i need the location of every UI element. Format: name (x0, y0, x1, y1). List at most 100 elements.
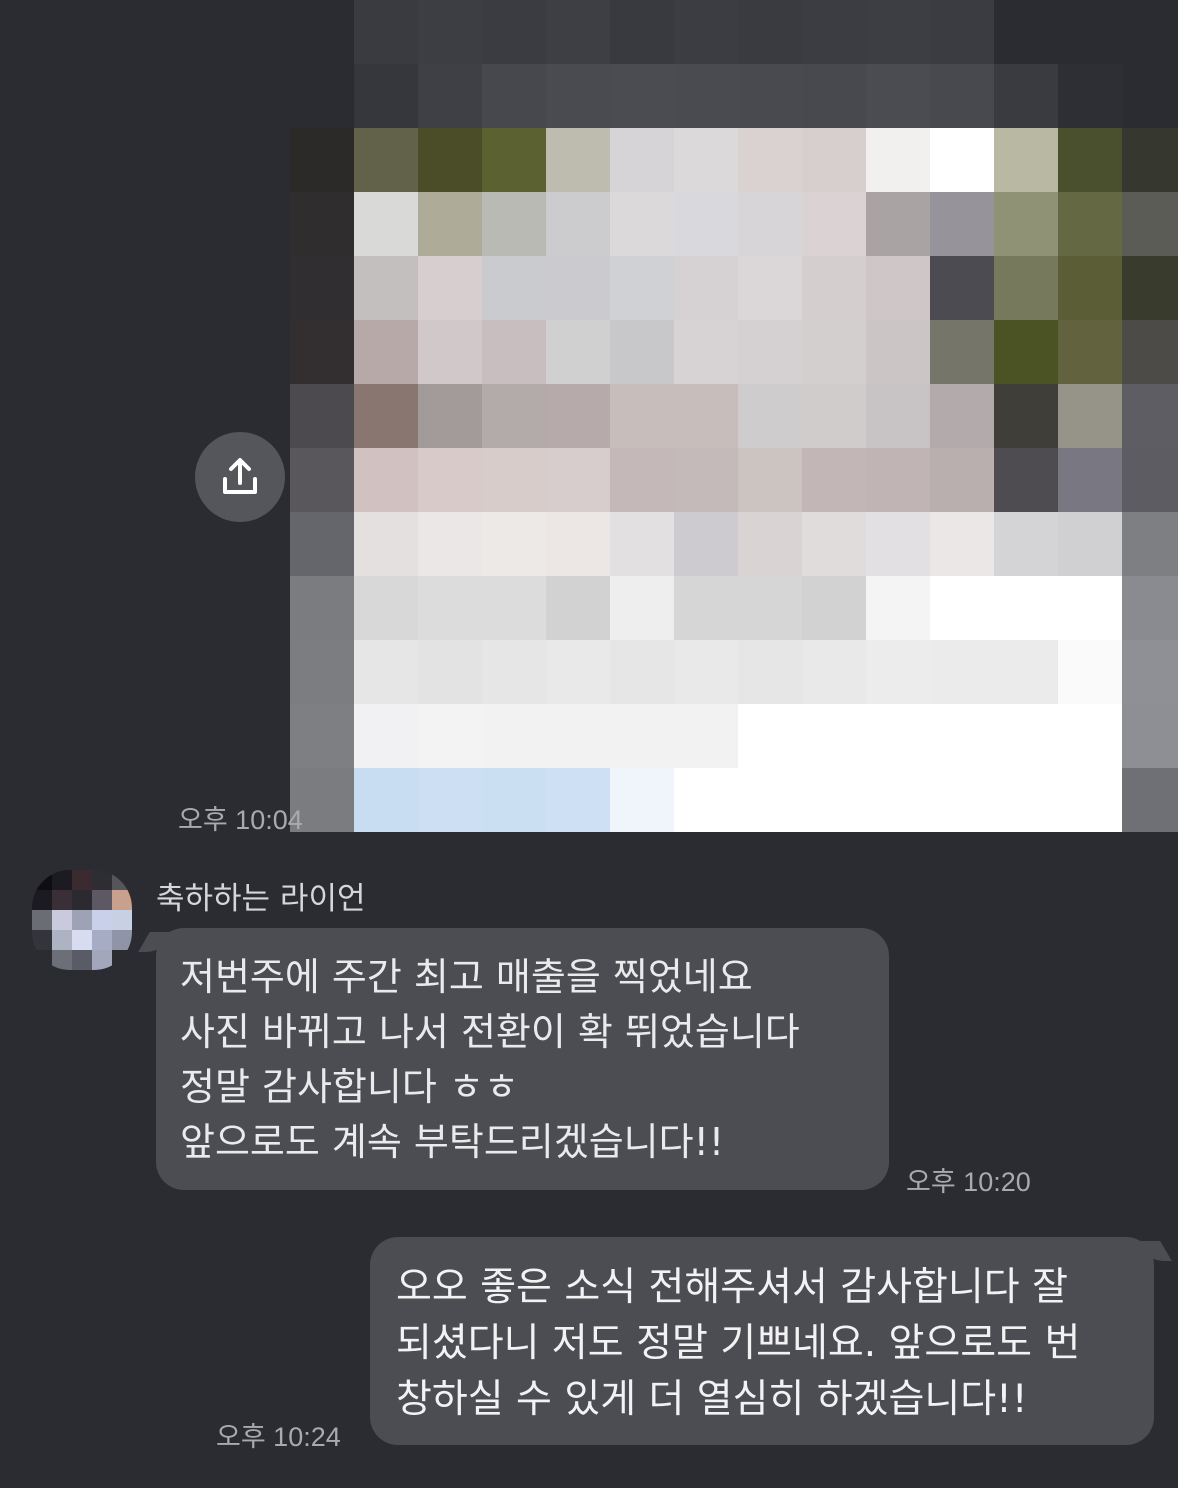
mosaic-block (482, 384, 546, 448)
share-upload-icon (223, 458, 257, 494)
message-line: 창하실 수 있게 더 열심히 하겠습니다!! (396, 1377, 1028, 1422)
mosaic-block (482, 64, 546, 128)
share-button[interactable] (195, 432, 285, 522)
mosaic-block (290, 0, 354, 64)
mosaic-block (674, 448, 738, 512)
mosaic-block (994, 128, 1058, 192)
mosaic-block (482, 256, 546, 320)
mosaic-block (418, 704, 482, 768)
mosaic-block (546, 704, 610, 768)
mosaic-block (674, 384, 738, 448)
avatar-block (52, 890, 72, 910)
mosaic-block (674, 256, 738, 320)
mosaic-block (482, 320, 546, 384)
incoming-message-bubble[interactable]: 저번주에 주간 최고 매출을 찍었네요 사진 바뀌고 나서 전환이 확 뛰었습니… (156, 928, 889, 1190)
mosaic-block (546, 64, 610, 128)
mosaic-block (610, 192, 674, 256)
mosaic-block (674, 192, 738, 256)
mosaic-block (1122, 448, 1178, 512)
avatar-block (32, 930, 52, 950)
mosaic-block (354, 448, 418, 512)
mosaic-block (290, 704, 354, 768)
mosaic-block (610, 640, 674, 704)
mosaic-block (930, 384, 994, 448)
mosaic-block (738, 128, 802, 192)
mosaic-block (546, 640, 610, 704)
mosaic-block (994, 768, 1058, 832)
mosaic-block (674, 640, 738, 704)
mosaic-block (290, 192, 354, 256)
mosaic-block (610, 768, 674, 832)
mosaic-block (802, 384, 866, 448)
mosaic-block (1122, 320, 1178, 384)
mosaic-block (610, 448, 674, 512)
mosaic-block (546, 256, 610, 320)
mosaic-block (610, 64, 674, 128)
mosaic-block (610, 512, 674, 576)
mosaic-block (482, 704, 546, 768)
mosaic-block (930, 768, 994, 832)
avatar-block (72, 870, 92, 890)
mosaic-block (930, 128, 994, 192)
mosaic-block (930, 256, 994, 320)
mosaic-block (290, 64, 354, 128)
message-line: 저번주에 주간 최고 매출을 찍었네요 (180, 955, 753, 999)
pixelated-photo[interactable] (290, 0, 1178, 832)
mosaic-block (418, 128, 482, 192)
mosaic-block (930, 448, 994, 512)
mosaic-block (930, 0, 994, 64)
mosaic-block (930, 704, 994, 768)
mosaic-block (610, 256, 674, 320)
mosaic-block (802, 512, 866, 576)
mosaic-block (866, 512, 930, 576)
mosaic-block (930, 512, 994, 576)
mosaic-block (866, 640, 930, 704)
mosaic-block (610, 320, 674, 384)
mosaic-block (546, 192, 610, 256)
mosaic-block (290, 448, 354, 512)
mosaic-block (994, 192, 1058, 256)
mosaic-block (1058, 576, 1122, 640)
mosaic-block (354, 576, 418, 640)
mosaic-block (354, 64, 418, 128)
avatar-block (32, 950, 52, 970)
mosaic-block (866, 384, 930, 448)
avatar-block (52, 930, 72, 950)
avatar[interactable] (32, 870, 132, 970)
mosaic-block (418, 448, 482, 512)
mosaic-block (802, 576, 866, 640)
sender-name[interactable]: 축하하는 라이언 (156, 873, 366, 918)
avatar-block (72, 930, 92, 950)
mosaic-block (674, 320, 738, 384)
avatar-block (72, 950, 92, 970)
mosaic-block (1122, 64, 1178, 128)
mosaic-block (290, 128, 354, 192)
mosaic-block (354, 192, 418, 256)
mosaic-block (866, 192, 930, 256)
mosaic-block (1122, 704, 1178, 768)
outgoing-message-bubble[interactable]: 오오 좋은 소식 전해주셔서 감사합니다 잘 되셨다니 저도 정말 기쁘네요. … (370, 1237, 1154, 1445)
mosaic-block (802, 448, 866, 512)
mosaic-block (802, 128, 866, 192)
mosaic-block (1122, 192, 1178, 256)
chat-screen: 오후 10:04 축하하는 라이언 저번주에 주간 최고 매출을 찍었네요 사진… (0, 0, 1178, 1488)
mosaic-block (866, 128, 930, 192)
mosaic-block (1058, 64, 1122, 128)
mosaic-block (738, 256, 802, 320)
mosaic-block (546, 128, 610, 192)
message-line: 되셨다니 저도 정말 기쁘네요. 앞으로도 번 (396, 1321, 1081, 1366)
mosaic-block (802, 320, 866, 384)
avatar-block (32, 910, 52, 930)
image-message[interactable] (0, 0, 1178, 832)
mosaic-block (482, 768, 546, 832)
mosaic-block (994, 512, 1058, 576)
mosaic-block (738, 768, 802, 832)
mosaic-block (738, 0, 802, 64)
mosaic-block (1058, 320, 1122, 384)
mosaic-block (1122, 576, 1178, 640)
mosaic-block (482, 576, 546, 640)
mosaic-block (994, 640, 1058, 704)
mosaic-block (354, 768, 418, 832)
mosaic-block (866, 256, 930, 320)
mosaic-block (1058, 192, 1122, 256)
